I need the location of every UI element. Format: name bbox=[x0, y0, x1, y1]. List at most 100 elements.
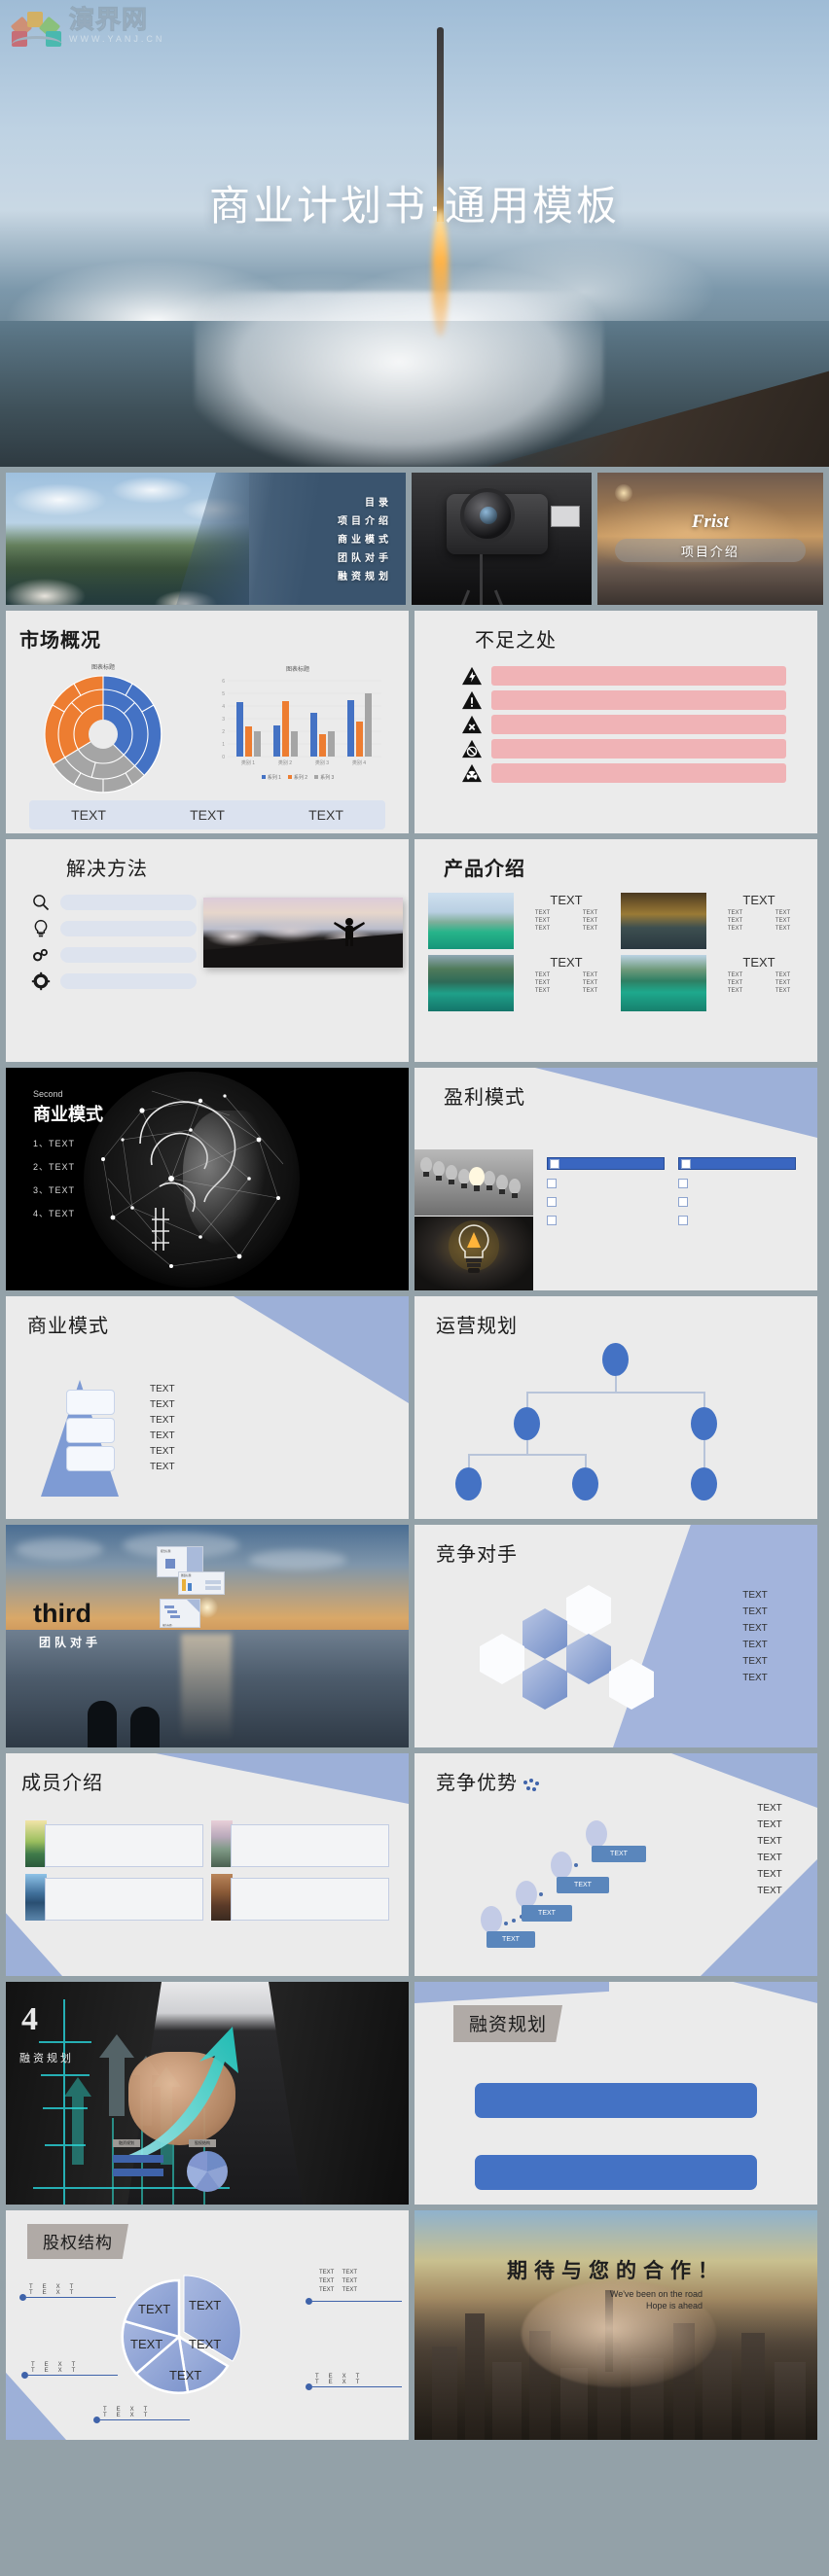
slide-row-7: 融资规划 股权结构 4 融资规划 融资规划 bbox=[0, 1982, 829, 2210]
section-title-pill: 项目介绍 bbox=[614, 539, 806, 562]
product-sub: TEXT bbox=[775, 926, 791, 932]
product-sub: TEXT bbox=[582, 926, 598, 932]
page-title: 市场概况 bbox=[19, 630, 101, 652]
toc-item-4[interactable]: 融资规划 bbox=[338, 568, 392, 586]
advantage-tag[interactable]: TEXT bbox=[522, 1905, 572, 1922]
member-card[interactable] bbox=[211, 1820, 389, 1867]
pyramid-box[interactable] bbox=[66, 1418, 115, 1443]
finance-block[interactable] bbox=[475, 2083, 757, 2118]
product-sub: TEXT bbox=[582, 972, 598, 978]
checkbox[interactable] bbox=[678, 1197, 688, 1207]
toc-item-3[interactable]: 团队对手 bbox=[338, 549, 392, 568]
member-card[interactable] bbox=[25, 1874, 203, 1921]
org-link bbox=[526, 1440, 528, 1454]
solution-bar bbox=[60, 947, 197, 963]
product-title: TEXT bbox=[550, 893, 583, 907]
product-subtexts: TEXT TEXT TEXT TEXT TEXT TEXT bbox=[714, 910, 804, 932]
hexagon-cell[interactable] bbox=[566, 1585, 611, 1636]
thanks-line-2: Hope is ahead bbox=[645, 2301, 703, 2311]
member-card[interactable] bbox=[25, 1820, 203, 1867]
page-title: 成员介绍 bbox=[21, 1773, 103, 1794]
product-sub: TEXT bbox=[582, 910, 598, 916]
checkbox[interactable] bbox=[550, 1158, 559, 1169]
checkbox[interactable] bbox=[678, 1179, 688, 1188]
org-node-level3[interactable] bbox=[691, 1467, 717, 1500]
pyramid-box[interactable] bbox=[66, 1446, 115, 1471]
slide-weakness: 不足之处 bbox=[414, 611, 817, 833]
callout-line bbox=[26, 2296, 116, 2299]
profit-highlight-bar[interactable] bbox=[547, 1157, 665, 1170]
watermark-en: WWW.YANJ.CN bbox=[69, 34, 165, 44]
org-node-level2[interactable] bbox=[691, 1407, 717, 1440]
product-sub: TEXT bbox=[727, 910, 743, 916]
org-node-level3[interactable] bbox=[572, 1467, 598, 1500]
warning-radiation-icon bbox=[462, 763, 482, 783]
hexagon-cell[interactable] bbox=[523, 1659, 567, 1710]
checkbox[interactable] bbox=[678, 1216, 688, 1225]
step-ellipse bbox=[481, 1906, 502, 1933]
pie-slice-label: TEXT bbox=[138, 2302, 171, 2316]
warning-nosmoke-icon bbox=[462, 739, 482, 759]
slide-section-first: Frist 项目介绍 bbox=[596, 473, 823, 605]
bizmodel-text: TEXT bbox=[150, 1415, 175, 1426]
org-link bbox=[526, 1392, 528, 1407]
slide-cover: 商业计划书·通用模板 演界网 WWW.YANJ.CN bbox=[0, 0, 829, 467]
checkbox[interactable] bbox=[681, 1158, 691, 1169]
hexagon-cell[interactable] bbox=[566, 1634, 611, 1684]
toc-item-0[interactable]: 目录 bbox=[338, 494, 392, 512]
solution-bar bbox=[60, 895, 197, 910]
gear-icon bbox=[31, 971, 51, 991]
callout-text: TEXT TEXT bbox=[29, 2284, 84, 2296]
product-sub: TEXT bbox=[582, 918, 598, 924]
member-card[interactable] bbox=[211, 1874, 389, 1921]
slide-business-model: 商业模式 TEXT TEXT TEXT TEXT TEXT TEXT bbox=[6, 1296, 409, 1519]
finance-block[interactable] bbox=[475, 2155, 757, 2190]
toc-item-1[interactable]: 项目介绍 bbox=[338, 512, 392, 531]
advantage-text: TEXT bbox=[757, 1803, 782, 1814]
page-title: 解决方法 bbox=[66, 859, 148, 880]
advantage-tag-label: TEXT bbox=[538, 1910, 556, 1917]
slide-section-second: Second 商业模式 1、TEXT 2、TEXT 3、TEXT 4、TEXT bbox=[6, 1068, 409, 1290]
pie-slice-label: TEXT bbox=[189, 2298, 222, 2312]
org-node-level3[interactable] bbox=[455, 1467, 482, 1500]
hexagon-cell[interactable] bbox=[480, 1634, 524, 1684]
slide-camera-photo bbox=[412, 473, 592, 605]
checkbox[interactable] bbox=[547, 1179, 557, 1188]
product-sub: TEXT bbox=[727, 926, 743, 932]
strip-text-0: TEXT bbox=[71, 807, 106, 823]
callout-dot bbox=[306, 2383, 312, 2390]
building bbox=[775, 2362, 806, 2440]
product-sub: TEXT bbox=[727, 980, 743, 986]
advantage-tag[interactable]: TEXT bbox=[592, 1846, 646, 1862]
profit-highlight-bar[interactable] bbox=[678, 1157, 796, 1170]
product-sub: TEXT bbox=[775, 972, 791, 978]
competitor-text: TEXT bbox=[742, 1590, 768, 1601]
slide-row-8: 股权结构 TEXT TEXT TEXT TEXT TEXT TEXT TEXT … bbox=[0, 2210, 829, 2446]
section-title-label: 融资规划 bbox=[19, 2053, 74, 2064]
page-title: 产品介绍 bbox=[444, 859, 525, 880]
equity-callout: TEXT TEXT bbox=[93, 2407, 190, 2423]
advantage-tag-label: TEXT bbox=[610, 1851, 628, 1857]
org-node-root[interactable] bbox=[602, 1343, 629, 1376]
weakness-row bbox=[461, 690, 817, 710]
checkbox[interactable] bbox=[547, 1197, 557, 1207]
toc-item-2[interactable]: 商业模式 bbox=[338, 531, 392, 549]
page-title: 运营规划 bbox=[436, 1316, 518, 1337]
bizmodel-text: TEXT bbox=[150, 1384, 175, 1394]
product-subtexts: TEXT TEXT TEXT TEXT TEXT TEXT bbox=[522, 972, 611, 994]
advantage-text: TEXT bbox=[757, 1886, 782, 1896]
member-photo bbox=[25, 1874, 47, 1921]
weakness-bar bbox=[491, 739, 786, 759]
org-node-level2[interactable] bbox=[514, 1407, 540, 1440]
advantage-tag[interactable]: TEXT bbox=[487, 1931, 535, 1948]
checkbox[interactable] bbox=[547, 1216, 557, 1225]
slide-section-fourth: 融资规划 股权结构 4 融资规划 bbox=[6, 1982, 409, 2205]
callout-line bbox=[100, 2418, 190, 2421]
member-photo bbox=[25, 1820, 47, 1867]
pyramid-box[interactable] bbox=[66, 1390, 115, 1415]
product-photo bbox=[428, 893, 514, 949]
hexagon-cell[interactable] bbox=[523, 1608, 567, 1659]
org-chart bbox=[414, 1343, 817, 1500]
advantage-tag[interactable]: TEXT bbox=[557, 1877, 609, 1893]
product-sub: TEXT bbox=[775, 918, 791, 924]
